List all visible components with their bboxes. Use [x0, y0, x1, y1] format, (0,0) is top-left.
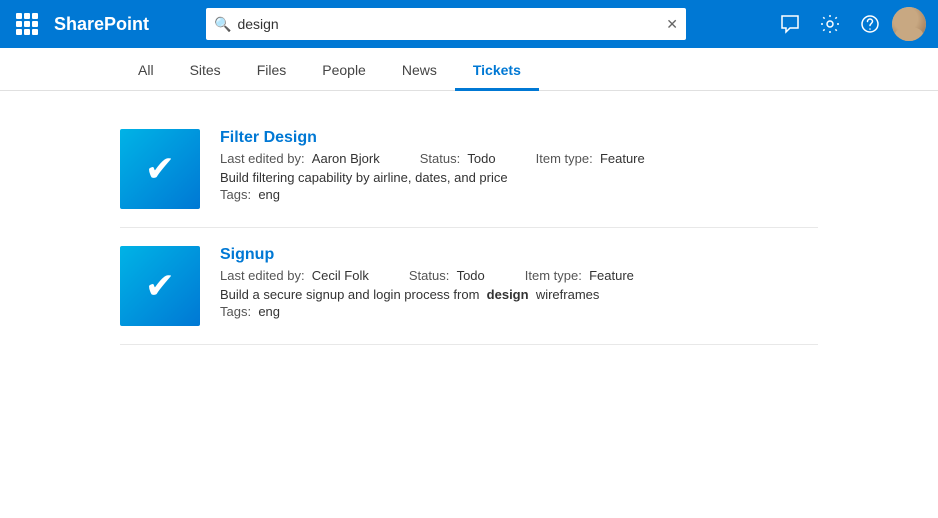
item-type-value: Feature — [589, 268, 634, 283]
chat-button[interactable] — [772, 6, 808, 42]
results-area: ✔ Filter Design Last edited by: Aaron Bj… — [0, 91, 938, 365]
tags-label: Tags: — [220, 304, 251, 319]
search-box: 🔍 ✕ — [206, 8, 686, 40]
tab-news[interactable]: News — [384, 48, 455, 90]
settings-button[interactable] — [812, 6, 848, 42]
result-item: ✔ Filter Design Last edited by: Aaron Bj… — [120, 111, 818, 228]
tab-tickets[interactable]: Tickets — [455, 48, 539, 90]
tabs-navigation: All Sites Files People News Tickets — [0, 48, 938, 91]
item-type: Item type: Feature — [536, 151, 645, 166]
item-type-label: Item type: — [536, 151, 593, 166]
tab-people[interactable]: People — [304, 48, 384, 90]
last-edited: Last edited by: Cecil Folk — [220, 268, 369, 283]
result-item: ✔ Signup Last edited by: Cecil Folk Stat… — [120, 228, 818, 345]
header-actions — [772, 6, 926, 42]
status-label: Status: — [420, 151, 460, 166]
tab-all[interactable]: All — [120, 48, 172, 90]
status-value: Todo — [457, 268, 485, 283]
help-button[interactable] — [852, 6, 888, 42]
status-value: Todo — [467, 151, 495, 166]
last-edited-value: Cecil Folk — [312, 268, 369, 283]
result-meta: Last edited by: Aaron Bjork Status: Todo… — [220, 151, 818, 166]
search-icon: 🔍 — [214, 16, 231, 33]
avatar[interactable] — [892, 7, 926, 41]
last-edited-label: Last edited by: — [220, 268, 305, 283]
last-edited-value: Aaron Bjork — [312, 151, 380, 166]
result-title[interactable]: Signup — [220, 246, 818, 264]
search-input[interactable] — [237, 16, 660, 32]
item-type-label: Item type: — [525, 268, 582, 283]
last-edited: Last edited by: Aaron Bjork — [220, 151, 380, 166]
checkmark-icon: ✔ — [145, 151, 175, 187]
item-type: Item type: Feature — [525, 268, 634, 283]
waffle-button[interactable] — [12, 9, 42, 39]
result-content: Signup Last edited by: Cecil Folk Status… — [220, 246, 818, 319]
result-tags: Tags: eng — [220, 187, 818, 202]
description-highlight: design — [487, 287, 529, 302]
tab-files[interactable]: Files — [239, 48, 305, 90]
result-thumbnail: ✔ — [120, 129, 200, 209]
tags-label: Tags: — [220, 187, 251, 202]
tags-value: eng — [258, 304, 280, 319]
clear-search-button[interactable]: ✕ — [666, 17, 678, 31]
status: Status: Todo — [420, 151, 496, 166]
app-logo: SharePoint — [54, 14, 149, 35]
result-description: Build a secure signup and login process … — [220, 287, 818, 302]
app-header: SharePoint 🔍 ✕ — [0, 0, 938, 48]
result-content: Filter Design Last edited by: Aaron Bjor… — [220, 129, 818, 202]
tab-sites[interactable]: Sites — [172, 48, 239, 90]
checkmark-icon: ✔ — [145, 268, 175, 304]
result-meta: Last edited by: Cecil Folk Status: Todo … — [220, 268, 818, 283]
result-thumbnail: ✔ — [120, 246, 200, 326]
result-tags: Tags: eng — [220, 304, 818, 319]
description-prefix: Build a secure signup and login process … — [220, 287, 479, 302]
item-type-value: Feature — [600, 151, 645, 166]
result-title[interactable]: Filter Design — [220, 129, 818, 147]
status: Status: Todo — [409, 268, 485, 283]
last-edited-label: Last edited by: — [220, 151, 305, 166]
status-label: Status: — [409, 268, 449, 283]
tags-value: eng — [258, 187, 280, 202]
result-description: Build filtering capability by airline, d… — [220, 170, 818, 185]
description-suffix: wireframes — [536, 287, 600, 302]
